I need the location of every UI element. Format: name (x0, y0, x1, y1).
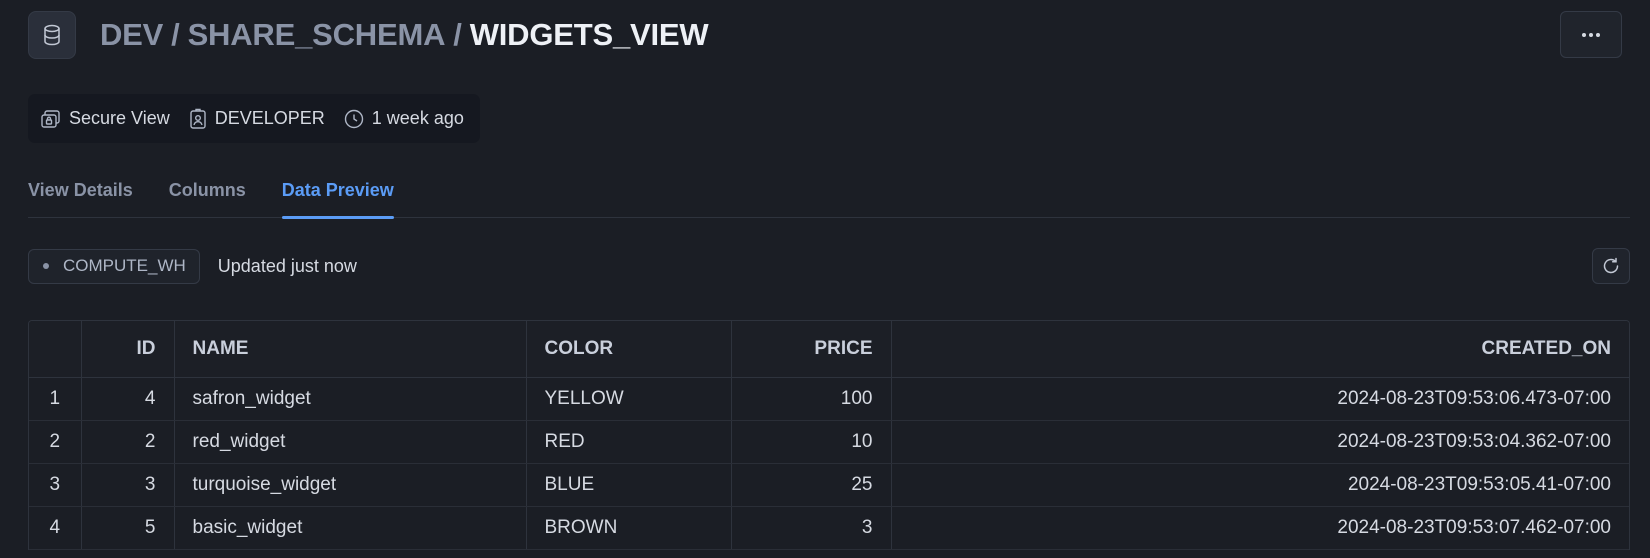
table-row[interactable]: 4 5 basic_widget BROWN 3 2024-08-23T09:5… (29, 506, 1629, 550)
breadcrumb-database[interactable]: DEV (100, 17, 163, 52)
view-type-tag: Secure View (40, 108, 170, 130)
view-name: WIDGETS_VIEW (469, 17, 709, 52)
breadcrumb-separator: / (453, 17, 462, 52)
cell-color[interactable]: BLUE (526, 463, 732, 507)
last-altered-label: 1 week ago (371, 108, 464, 128)
data-preview-page: DEV / SHARE_SCHEMA / WIDGETS_VIEW Secure Vie… (0, 0, 1650, 558)
owner-tag: DEVELOPER (188, 108, 325, 130)
row-number: 3 (29, 463, 82, 507)
table-header-row: ID NAME COLOR PRICE CREATED_ON (29, 321, 1629, 378)
row-number: 2 (29, 420, 82, 464)
cell-id[interactable]: 2 (81, 420, 175, 464)
cell-color[interactable]: BROWN (526, 506, 732, 550)
page-title: DEV / SHARE_SCHEMA / WIDGETS_VIEW (100, 17, 709, 53)
breadcrumb-schema[interactable]: SHARE_SCHEMA (188, 17, 446, 52)
column-header-color[interactable]: COLOR (526, 321, 732, 378)
warehouse-selector[interactable]: COMPUTE_WH (28, 248, 200, 284)
column-header-created-on[interactable]: CREATED_ON (891, 321, 1629, 378)
cell-price[interactable]: 3 (731, 506, 892, 550)
owner-label: DEVELOPER (214, 108, 325, 128)
refresh-icon (1603, 257, 1619, 274)
tab-view-details[interactable]: View Details (28, 176, 133, 218)
warehouse-status-dot (43, 263, 49, 269)
cell-name[interactable]: turquoise_widget (174, 463, 527, 507)
cell-price[interactable]: 10 (731, 420, 892, 464)
table-row[interactable]: 2 2 red_widget RED 10 2024-08-23T09:53:0… (29, 420, 1629, 464)
more-options-button[interactable] (1560, 11, 1622, 58)
row-number: 4 (29, 506, 82, 550)
cell-id[interactable]: 4 (81, 377, 175, 421)
preview-toolbar: COMPUTE_WH Updated just now (28, 248, 1630, 284)
cell-id[interactable]: 3 (81, 463, 175, 507)
tab-columns[interactable]: Columns (169, 176, 246, 218)
cell-price[interactable]: 100 (731, 377, 892, 421)
warehouse-name: COMPUTE_WH (63, 256, 186, 275)
tab-bar: View Details Columns Data Preview (28, 176, 1630, 219)
breadcrumb-separator: / (171, 17, 180, 52)
cell-created-on[interactable]: 2024-08-23T09:53:07.462-07:00 (891, 506, 1629, 550)
cell-created-on[interactable]: 2024-08-23T09:53:05.41-07:00 (891, 463, 1629, 507)
column-header-id[interactable]: ID (81, 321, 175, 378)
last-altered-tag: 1 week ago (343, 108, 464, 130)
cell-created-on[interactable]: 2024-08-23T09:53:04.362-07:00 (891, 420, 1629, 464)
row-number: 1 (29, 377, 82, 421)
column-header-rownum (29, 321, 82, 378)
cell-color[interactable]: YELLOW (526, 377, 732, 421)
refresh-button[interactable] (1592, 248, 1630, 284)
cell-name[interactable]: basic_widget (174, 506, 527, 550)
column-header-name[interactable]: NAME (174, 321, 527, 378)
table-row[interactable]: 1 4 safron_widget YELLOW 100 2024-08-23T… (29, 377, 1629, 421)
view-type-label: Secure View (69, 108, 170, 128)
tab-data-preview[interactable]: Data Preview (281, 176, 394, 219)
role-badge-icon (190, 108, 206, 129)
page-header: DEV / SHARE_SCHEMA / WIDGETS_VIEW (28, 11, 1622, 59)
cell-id[interactable]: 5 (81, 506, 175, 550)
cell-color[interactable]: RED (526, 420, 732, 464)
secure-view-icon (41, 109, 60, 128)
database-icon (28, 11, 76, 59)
table-row[interactable]: 3 3 turquoise_widget BLUE 25 2024-08-23T… (29, 463, 1629, 507)
more-horizontal-icon (1582, 32, 1600, 37)
cell-created-on[interactable]: 2024-08-23T09:53:06.473-07:00 (891, 377, 1629, 421)
data-preview-table: ID NAME COLOR PRICE CREATED_ON 1 4 safro… (28, 320, 1630, 550)
column-header-price[interactable]: PRICE (731, 321, 892, 378)
object-metadata-bar: Secure View DEVELOPER 1 week ago (28, 94, 480, 143)
cell-name[interactable]: safron_widget (174, 377, 527, 421)
cell-price[interactable]: 25 (731, 463, 892, 507)
cell-name[interactable]: red_widget (174, 420, 527, 464)
clock-icon (344, 109, 363, 128)
updated-status: Updated just now (217, 255, 357, 276)
